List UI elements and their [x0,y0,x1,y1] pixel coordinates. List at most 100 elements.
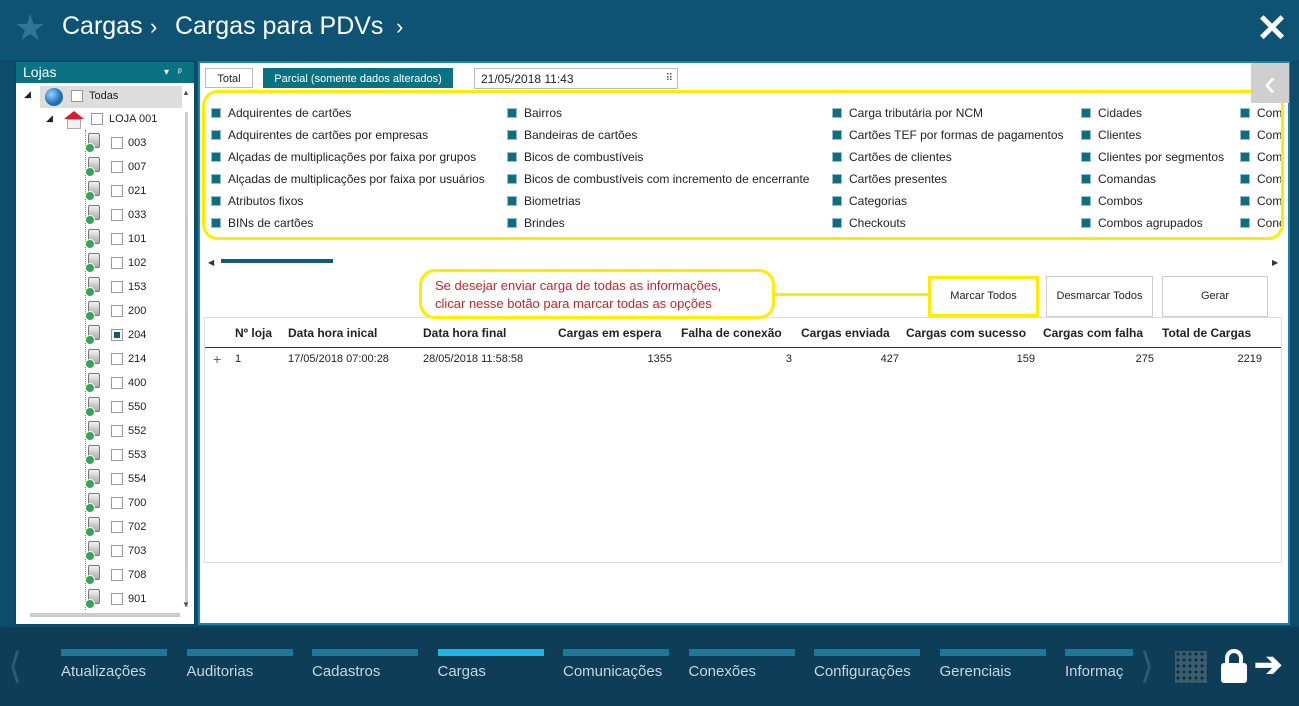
loja-001-checkbox[interactable] [91,113,103,125]
option-checkbox-item[interactable]: Conc [1240,214,1281,232]
checkbox-checked-icon[interactable] [211,218,221,228]
panel-pin-icon[interactable]: ᵖ [178,62,182,83]
panel-dropdown-icon[interactable]: ▾ [164,62,169,83]
breadcrumb-cargas[interactable]: Cargas [62,12,143,41]
pdv-label[interactable]: 200 [128,301,146,321]
pdv-checkbox[interactable] [111,185,123,197]
pdv-label[interactable]: 204 [128,325,146,345]
scroll-up-icon[interactable]: ▲ [182,88,190,97]
pdv-label[interactable]: 021 [128,181,146,201]
pdv-label[interactable]: 007 [128,157,146,177]
tree-collapse-icon[interactable]: ◢ [46,113,53,124]
checkbox-checked-icon[interactable] [1240,196,1250,206]
gerar-button[interactable]: Gerar [1162,276,1268,317]
checkbox-checked-icon[interactable] [1081,174,1091,184]
pdv-checkbox[interactable] [111,137,123,149]
checkbox-checked-icon[interactable] [1240,152,1250,162]
pdv-label[interactable]: 153 [128,277,146,297]
nav-item[interactable]: Atualizações [61,649,167,680]
checkbox-checked-icon[interactable] [1081,196,1091,206]
option-checkbox-item[interactable]: Bandeiras de cartões [507,126,637,144]
scroll-thumb[interactable] [185,112,188,607]
pdv-checkbox[interactable] [111,521,123,533]
collapse-panel-icon[interactable]: ‹ [1251,63,1289,103]
scroll-down-icon[interactable]: ▼ [182,600,190,609]
tree-item-loja-001[interactable]: LOJA 001 [109,109,157,129]
nav-item[interactable]: Configurações [814,649,920,680]
column-header[interactable]: Nº loja [235,326,272,340]
column-header[interactable]: Falha de conexão [681,326,782,340]
checkbox-checked-icon[interactable] [211,108,221,118]
pdv-checkbox[interactable] [111,473,123,485]
checkbox-checked-icon[interactable] [832,174,842,184]
nav-item[interactable]: Cargas [437,649,544,680]
option-checkbox-item[interactable]: Cartões de clientes [832,148,952,166]
column-header[interactable]: Total de Cargas [1162,326,1251,340]
pdv-checkbox[interactable] [111,329,123,341]
pdv-label[interactable]: 552 [128,421,146,441]
left-vertical-scrollbar[interactable]: ▲ [182,88,192,632]
left-horizontal-scrollbar[interactable] [30,613,180,617]
option-checkbox-item[interactable]: Checkouts [832,214,906,232]
option-checkbox-item[interactable]: Bicos de combustíveis [507,148,643,166]
pdv-label[interactable]: 901 [128,589,146,609]
pdv-label[interactable]: 214 [128,349,146,369]
pdv-label[interactable]: 708 [128,565,146,585]
nav-item[interactable]: Comunicações [563,649,669,680]
expand-row-icon[interactable]: + [213,351,221,367]
checkbox-checked-icon[interactable] [1240,174,1250,184]
pdv-checkbox[interactable] [111,425,123,437]
tree-collapse-icon[interactable]: ◢ [24,89,31,100]
option-checkbox-item[interactable]: Biometrias [507,192,581,210]
option-checkbox-item[interactable]: Comandas [1081,170,1156,188]
scroll-right-icon[interactable]: ▶ [1272,258,1278,267]
column-header[interactable]: Cargas em espera [558,326,661,340]
checkbox-checked-icon[interactable] [1081,152,1091,162]
pdv-label[interactable]: 033 [128,205,146,225]
checkbox-checked-icon[interactable] [1081,218,1091,228]
desmarcar-todos-button[interactable]: Desmarcar Todos [1046,276,1153,317]
pdv-checkbox[interactable] [111,257,123,269]
column-header[interactable]: Cargas com sucesso [906,326,1026,340]
pdv-checkbox[interactable] [111,161,123,173]
checkbox-checked-icon[interactable] [507,174,517,184]
checkbox-checked-icon[interactable] [211,152,221,162]
pdv-checkbox[interactable] [111,497,123,509]
pdv-checkbox[interactable] [111,281,123,293]
checkbox-checked-icon[interactable] [832,218,842,228]
checkbox-checked-icon[interactable] [507,152,517,162]
pdv-checkbox[interactable] [111,569,123,581]
option-checkbox-item[interactable]: Cidades [1081,104,1142,122]
close-icon[interactable]: ✕ [1255,10,1289,48]
option-checkbox-item[interactable]: Alçadas de multiplicações por faixa por … [211,170,485,188]
option-checkbox-item[interactable]: Com [1240,148,1281,166]
option-checkbox-item[interactable]: Atributos fixos [211,192,303,210]
checkbox-checked-icon[interactable] [507,218,517,228]
pdv-label[interactable]: 101 [128,229,146,249]
checkbox-checked-icon[interactable] [832,108,842,118]
pdv-label[interactable]: 554 [128,469,146,489]
option-checkbox-item[interactable]: Brindes [507,214,565,232]
column-header[interactable]: Data hora inical [288,326,377,340]
option-checkbox-item[interactable]: Com [1240,126,1281,144]
checkbox-checked-icon[interactable] [1240,218,1250,228]
checkbox-checked-icon[interactable] [211,174,221,184]
option-checkbox-item[interactable]: Clientes por segmentos [1081,148,1224,166]
pdv-checkbox[interactable] [111,353,123,365]
option-checkbox-item[interactable]: Cartões presentes [832,170,947,188]
todas-checkbox[interactable] [71,90,83,102]
pdv-label[interactable]: 553 [128,445,146,465]
column-header[interactable]: Cargas com falha [1043,326,1143,340]
pdv-checkbox[interactable] [111,593,123,605]
calendar-icon[interactable]: ⠿ [666,69,673,89]
pdv-checkbox[interactable] [111,545,123,557]
option-checkbox-item[interactable]: Adquirentes de cartões [211,104,351,122]
checkbox-checked-icon[interactable] [1081,108,1091,118]
checkbox-checked-icon[interactable] [507,108,517,118]
option-checkbox-item[interactable]: Clientes [1081,126,1141,144]
lock-icon[interactable] [1221,649,1247,685]
favorite-star-icon[interactable]: ★ [14,10,50,46]
nav-item[interactable]: Conexões [688,649,795,680]
option-checkbox-item[interactable]: Com [1240,192,1281,210]
pdv-label[interactable]: 703 [128,541,146,561]
